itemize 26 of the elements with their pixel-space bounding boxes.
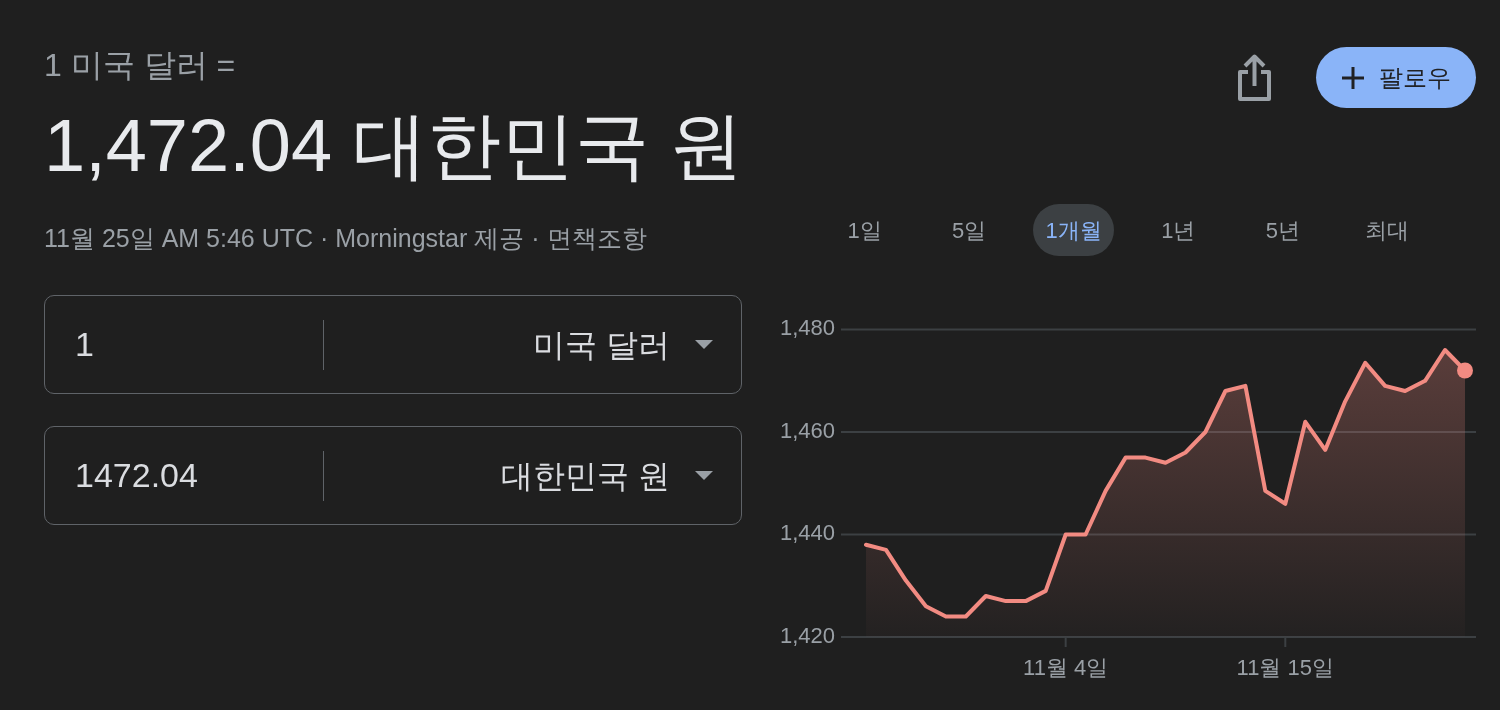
y-axis-label: 1,480 [779,315,835,341]
follow-button[interactable]: 팔로우 [1316,47,1476,108]
amount-input[interactable]: 1 [75,319,307,371]
range-tab[interactable]: 5일 [928,204,1010,256]
x-axis-label: 11월 15일 [1236,655,1334,680]
amount-input[interactable]: 1472.04 [75,450,307,502]
current-point-marker [1457,362,1473,379]
caret-icon [695,471,713,481]
y-axis-label: 1,420 [779,622,835,648]
plus-icon [1341,65,1365,90]
range-tab[interactable]: 5년 [1242,204,1324,256]
update-info: 11월 25일 AM 5:46 UTC · Morningstar 제공 · [44,223,540,254]
range-tab[interactable]: 1년 [1137,204,1219,256]
disclaimer-link[interactable]: 면책조항 [546,223,647,254]
currency-dropdown[interactable]: 대한민국 원 [324,451,713,500]
x-axis-label: 11월 4일 [1023,655,1109,680]
range-tab[interactable]: 최대 [1346,204,1428,256]
caret-icon [695,340,713,350]
share-icon[interactable] [1236,52,1273,103]
converted-amount: 1,472.04 대한민국 원 [44,103,744,190]
base-amount-label: 1 미국 달러 = [44,46,237,85]
range-tab[interactable]: 1개월 [1033,204,1115,256]
range-tab[interactable]: 1일 [824,204,905,256]
y-axis-label: 1,460 [779,417,835,443]
y-axis-label: 1,440 [779,520,835,546]
currency-dropdown[interactable]: 미국 달러 [324,320,713,369]
